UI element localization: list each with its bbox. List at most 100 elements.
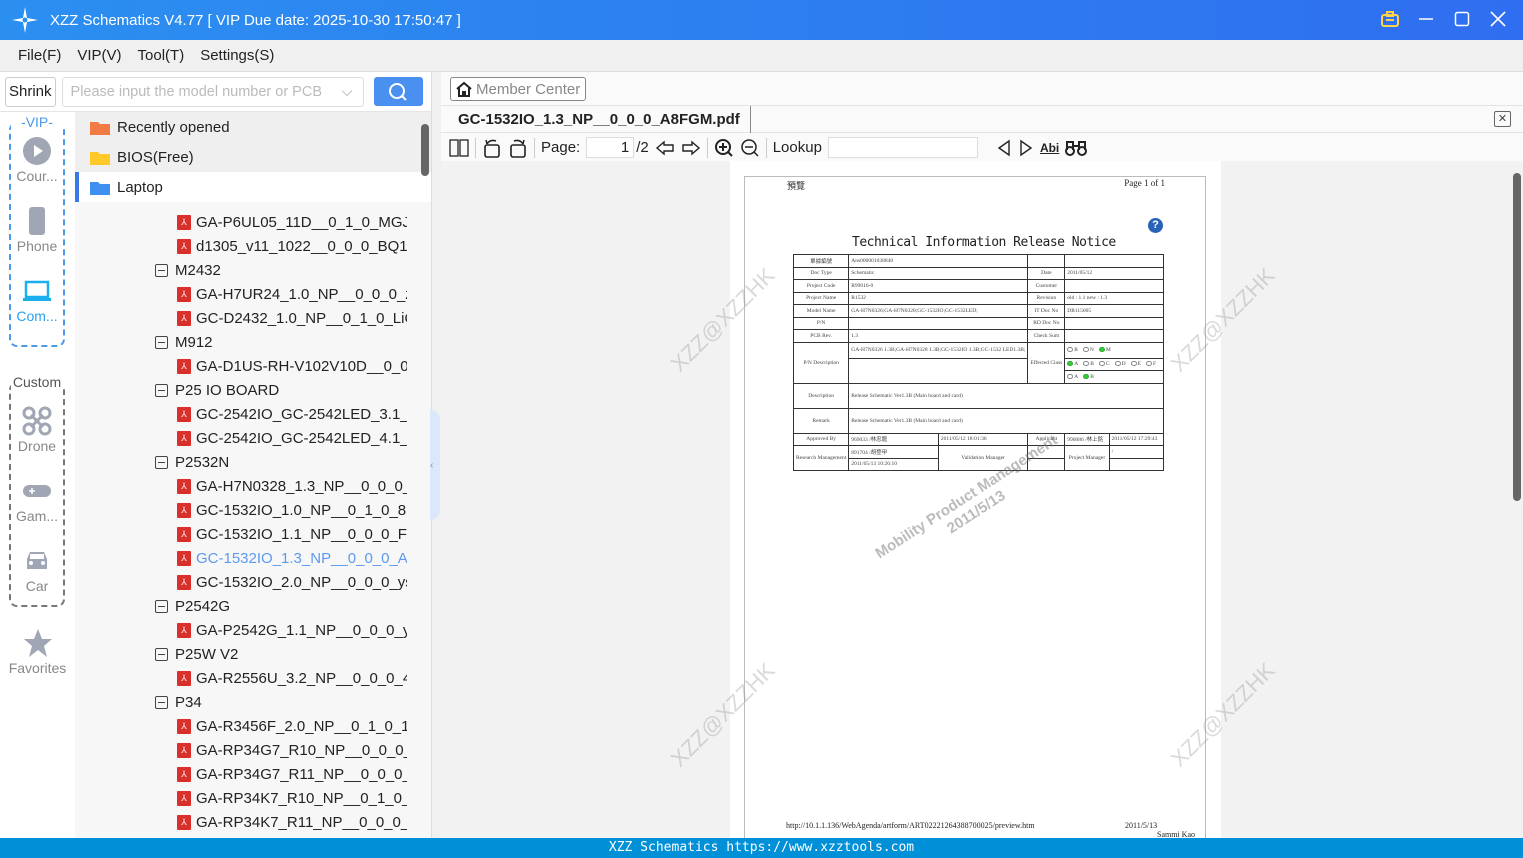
- category-recently-opened[interactable]: Recently opened: [75, 112, 431, 142]
- vip-bag-icon[interactable]: [1379, 8, 1401, 30]
- cell: Remark: [792, 407, 850, 434]
- zoom-out-icon[interactable]: [740, 137, 760, 159]
- two-page-view-icon[interactable]: [449, 137, 469, 159]
- menu-vip[interactable]: VIP(V): [77, 47, 121, 64]
- tree-folder-item[interactable]: P2542G: [155, 594, 407, 618]
- tree-item-label: P25 IO BOARD: [175, 381, 280, 399]
- label: Cour...: [16, 168, 58, 184]
- sidebar-item-car[interactable]: Car: [11, 546, 63, 594]
- collapse-icon[interactable]: [155, 647, 168, 661]
- document-scroll-thumb[interactable]: [1513, 173, 1521, 501]
- tree-file-item[interactable]: ⅄ GC-2542IO_GC-2542LED_3.1_NP: [177, 402, 407, 426]
- find-previous-icon[interactable]: [996, 137, 1012, 159]
- lookup-input[interactable]: [827, 137, 978, 158]
- collapse-panel-handle[interactable]: ‹: [430, 410, 440, 520]
- tree-item-label: GC-1532IO_1.3_NP__0_0_0_A8F(: [196, 549, 407, 567]
- tree-folder-item[interactable]: P34: [155, 690, 407, 714]
- cell: 單據編號: [792, 254, 850, 268]
- doc-title: Technical Information Release Notice: [852, 235, 1116, 250]
- tree-file-item[interactable]: ⅄ GA-RP34G7_R11_NP__0_0_0_SN: [177, 762, 407, 786]
- cell: 969033 /林忠龍: [848, 432, 939, 446]
- collapse-icon[interactable]: [155, 335, 168, 349]
- tree-folder-item[interactable]: P25W V2: [155, 642, 407, 666]
- match-case-icon[interactable]: Abi: [1040, 137, 1059, 159]
- status-bar: XZZ Schematics https://www.xzztools.com: [0, 838, 1523, 858]
- tree-file-item[interactable]: ⅄ GC-D2432_1.0_NP__0_1_0_LiQ7I: [177, 306, 407, 330]
- collapse-icon[interactable]: [155, 599, 168, 613]
- tree-file-item[interactable]: ⅄ GA-R2556U_3.2_NP__0_0_0_4V9: [177, 666, 407, 690]
- viewer-panel: Member Center GC-1532IO_1.3_NP__0_0_0_A8…: [441, 72, 1523, 838]
- sidebar-item-phone[interactable]: Phone: [11, 206, 63, 254]
- tree-file-item[interactable]: ⅄ GA-H7UR24_1.0_NP__0_0_0_zRp: [177, 282, 407, 306]
- collapse-icon[interactable]: [155, 263, 168, 277]
- tree-file-item[interactable]: ⅄ GA-D1US-RH-V102V10D__0_0_: [177, 354, 407, 378]
- radio-label: R: [1074, 347, 1078, 353]
- tree-scrollbar[interactable]: [418, 117, 428, 837]
- sidebar-item-game[interactable]: Gam...: [11, 476, 63, 524]
- tree-item-label: GC-D2432_1.0_NP__0_1_0_LiQ7I: [196, 309, 407, 327]
- minimize-button[interactable]: [1415, 8, 1437, 30]
- category-laptop[interactable]: Laptop: [75, 172, 431, 202]
- sidebar-item-favorites[interactable]: Favorites: [0, 628, 75, 676]
- tree-file-item[interactable]: ⅄ GA-P2542G_1.1_NP__0_0_0_yvp: [177, 618, 407, 642]
- tree-file-item[interactable]: ⅄ GA-R3456F_2.0_NP__0_1_0_1PB: [177, 714, 407, 738]
- tree-file-item[interactable]: ⅄ GC-1532IO_2.0_NP__0_0_0_ysA1: [177, 570, 407, 594]
- cell: Project Manager: [1064, 445, 1110, 471]
- binoculars-icon[interactable]: [1065, 137, 1088, 159]
- cell: old : 1.1 new : 1.3: [1064, 291, 1164, 305]
- tree-file-item[interactable]: ⅄ GA-H7N0328_1.3_NP__0_0_0_z5: [177, 474, 407, 498]
- search-button[interactable]: [373, 77, 423, 106]
- menu-settings[interactable]: Settings(S): [200, 47, 274, 64]
- tree-folder-item[interactable]: M2432: [155, 258, 407, 282]
- close-button[interactable]: [1487, 8, 1509, 30]
- chevron-down-icon[interactable]: ⌵: [342, 84, 353, 100]
- next-page-arrow-icon[interactable]: [681, 137, 701, 159]
- collapse-icon[interactable]: [155, 383, 168, 397]
- sidebar-item-course[interactable]: Cour...: [11, 136, 63, 184]
- tree-file-item[interactable]: ⅄ GA-P6UL05_11D__0_1_0_MGJFh: [177, 210, 407, 234]
- close-tab-icon[interactable]: ✕: [1494, 111, 1511, 127]
- find-next-icon[interactable]: [1018, 137, 1034, 159]
- phone-icon: [11, 206, 63, 236]
- menu-file[interactable]: File(F): [18, 47, 61, 64]
- tree-file-item[interactable]: ⅄ GC-2542IO_GC-2542LED_4.1_NP: [177, 426, 407, 450]
- sidebar-item-computer[interactable]: Com...: [11, 276, 63, 324]
- tree-item-label: GA-H7UR24_1.0_NP__0_0_0_zRp: [196, 285, 407, 303]
- rotate-right-icon[interactable]: [508, 137, 528, 159]
- collapse-icon[interactable]: [155, 695, 168, 709]
- star-icon: [0, 628, 75, 658]
- tree-folder-item[interactable]: P2532N: [155, 450, 407, 474]
- tree-folder-item[interactable]: M912: [155, 330, 407, 354]
- tree-item-label: d1305_v11_1022__0_0_0_BQ120: [196, 237, 407, 255]
- tree-file-item[interactable]: ⅄ GC-1532IO_1.3_NP__0_0_0_A8F(: [177, 546, 407, 570]
- member-center-button[interactable]: Member Center: [450, 77, 587, 101]
- tree-file-item[interactable]: ⅄ GA-RP34K7_R11_NP__0_0_0_UF: [177, 810, 407, 834]
- cell: Release Schematic Ver1.3B (Main board an…: [848, 382, 1164, 409]
- tree-file-item[interactable]: ⅄ d1305_v11_1022__0_0_0_BQ120: [177, 234, 407, 258]
- pdf-page: 預覽 Page 1 of 1 ? Technical Information R…: [666, 161, 1280, 838]
- sidebar-item-drone[interactable]: Drone: [11, 406, 63, 454]
- radio-icon: [1145, 361, 1152, 367]
- model-search-input[interactable]: Please input the model number or PCB ⌵: [61, 76, 364, 107]
- category-bios[interactable]: BIOS(Free): [75, 142, 431, 172]
- cell: Ans000001038840: [848, 254, 1029, 268]
- menu-tool[interactable]: Tool(T): [138, 47, 185, 64]
- shrink-button[interactable]: Shrink: [5, 76, 56, 107]
- tree-scroll-thumb[interactable]: [421, 124, 429, 176]
- tree-file-item[interactable]: ⅄ GA-RP34G7_R10_NP__0_0_0_ZN: [177, 738, 407, 762]
- page-number-input[interactable]: 1: [586, 137, 635, 158]
- tree-file-item[interactable]: ⅄ GC-1532IO_1.1_NP__0_0_0_Fqsz: [177, 522, 407, 546]
- zoom-in-icon[interactable]: [714, 137, 734, 159]
- cell: 990086 /林上銘: [1064, 432, 1110, 446]
- tree-file-item[interactable]: ⅄ GA-RP34K7_R10_NP__0_1_0_6B: [177, 786, 407, 810]
- tree-file-item[interactable]: ⅄ GC-1532IO_1.0_NP__0_1_0_8KoI: [177, 498, 407, 522]
- maximize-button[interactable]: [1451, 8, 1473, 30]
- home-icon: [456, 81, 472, 97]
- radio-icon: [1083, 361, 1090, 367]
- previous-page-arrow-icon[interactable]: [655, 137, 675, 159]
- rotate-left-icon[interactable]: [482, 137, 502, 159]
- tab-pdf-document[interactable]: GC-1532IO_1.3_NP__0_0_0_A8FGM.pdf: [441, 106, 751, 133]
- label: Favorites: [8, 660, 67, 676]
- collapse-icon[interactable]: [155, 455, 168, 469]
- tree-folder-item[interactable]: P25 IO BOARD: [155, 378, 407, 402]
